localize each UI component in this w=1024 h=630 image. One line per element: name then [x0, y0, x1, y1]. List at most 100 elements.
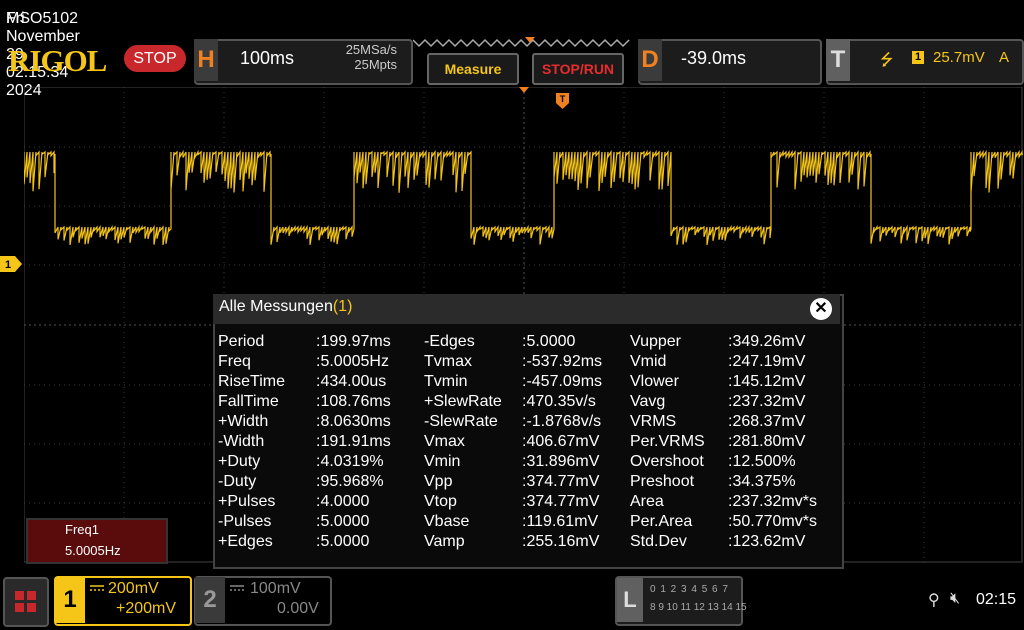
measurement-value: :-1.8768v/s: [522, 413, 602, 430]
measurement-value: :237.32mv*s: [728, 493, 817, 510]
measurement-value: :5.0000: [522, 333, 576, 350]
stop-run-button[interactable]: STOP/RUN: [532, 53, 624, 85]
measurement-value: :95.968%: [316, 473, 384, 490]
measurement-value: :237.32mV: [728, 393, 806, 410]
sample-rate: 25MSa/s 25Mpts: [315, 42, 397, 72]
measurement-value: :268.37mV: [728, 413, 806, 430]
clock: 02:15: [976, 591, 1017, 608]
measurement-name: -SlewRate: [424, 413, 498, 430]
measurement-name: -Width: [218, 433, 265, 450]
model-datetime: MSO5102 Fri November 29 02:15:34 2024: [3, 5, 80, 99]
measurement-value: :50.770mv*s: [728, 513, 817, 530]
measurement-value: :4.0000: [316, 493, 370, 510]
measurement-value: :199.97ms: [316, 333, 391, 350]
trigger-panel[interactable]: [826, 39, 1024, 85]
measurement-value: :406.67mV: [522, 433, 600, 450]
ch1-number: 1: [55, 577, 85, 623]
measurement-name: Vtop: [424, 493, 457, 510]
measurement-value: :434.00us: [316, 373, 387, 390]
horizontal-center-marker: [519, 87, 529, 93]
svg-text:T: T: [560, 94, 566, 104]
measurement-name: RiseTime: [218, 373, 285, 390]
measurement-name: Vmin: [424, 453, 461, 470]
measurement-value: :281.80mV: [728, 433, 806, 450]
measurement-name: +SlewRate: [424, 393, 502, 410]
measurement-count: (1): [332, 298, 353, 315]
freq-measurement-value: 5.0005Hz: [65, 543, 121, 558]
measurement-name: +Edges: [218, 533, 273, 550]
measurement-name: Freq: [218, 353, 251, 370]
measurement-value: :108.76ms: [316, 393, 391, 410]
dc-coupling-icon: [230, 585, 244, 591]
ch2-offset: 0.00V: [277, 600, 319, 617]
waveform-position-strip: [413, 37, 630, 48]
measurement-name: Vmid: [630, 353, 667, 370]
measurement-value: :123.62mV: [728, 533, 806, 550]
title-bar: MSO5102 Fri November 29 02:15:34 2024: [0, 0, 1024, 99]
trigger-source: 1: [912, 51, 924, 64]
measurement-name: Vbase: [424, 513, 470, 530]
measure-button[interactable]: Measure: [427, 53, 519, 85]
measurement-name: Vavg: [630, 393, 666, 410]
usb-icon: ⚲: [928, 592, 940, 609]
measurement-name: Tvmin: [424, 373, 468, 390]
measurement-name: VRMS: [630, 413, 677, 430]
logic-channels-low: 0 1 2 3 4 5 6 7: [650, 584, 729, 595]
delay-value: -39.0ms: [681, 48, 747, 68]
menu-button[interactable]: [3, 577, 49, 627]
ch2-number: 2: [195, 577, 225, 623]
measurement-name: Period: [218, 333, 265, 350]
memory-depth-value: 25Mpts: [354, 57, 397, 72]
trigger-position-marker: T: [556, 93, 569, 109]
measurement-name: Overshoot: [630, 453, 704, 470]
speaker-muted-icon[interactable]: 🔇︎: [950, 590, 960, 608]
measurement-name: Per.Area: [630, 513, 693, 530]
measurement-name: Vupper: [630, 333, 681, 350]
measurement-value: :374.77mV: [522, 473, 600, 490]
measurement-value: :31.896mV: [522, 453, 600, 470]
measurement-name: Per.VRMS: [630, 433, 705, 450]
ch1-offset-marker[interactable]: 1: [0, 256, 22, 272]
sample-rate-value: 25MSa/s: [345, 42, 397, 57]
trigger-mode: A: [999, 49, 1010, 66]
ch1-offset: +200mV: [116, 600, 177, 617]
delay-letter: D: [638, 39, 662, 81]
measurement-window-title: Alle Messungen(1): [219, 298, 352, 316]
measurement-name: +Width: [218, 413, 269, 430]
measurement-name: Vamp: [424, 533, 465, 550]
timebase-value: 100ms: [240, 48, 295, 68]
run-status-badge: STOP: [124, 45, 186, 72]
measurement-name: -Pulses: [218, 513, 272, 530]
measurement-value: :119.61mV: [522, 513, 599, 530]
close-icon[interactable]: ✕: [810, 298, 832, 320]
ch2-scale: 100mV: [250, 580, 301, 597]
measurement-value: :191.91ms: [316, 433, 391, 450]
measurement-title-text: Alle Messungen: [219, 298, 333, 315]
measurement-value: :5.0000: [316, 533, 370, 550]
horizontal-letter: H: [194, 39, 218, 81]
trigger-level: 25.7mV: [933, 49, 985, 66]
measurement-name: +Duty: [218, 453, 261, 470]
measurement-name: Tvmax: [424, 353, 472, 370]
measurement-value: :470.35v/s: [522, 393, 596, 410]
logic-channels-high: 8 9 10 11 12 13 14 15: [650, 602, 747, 613]
grid-menu-icon: [15, 591, 36, 612]
dc-coupling-icon: [90, 585, 104, 591]
measurement-value: :-457.09ms: [522, 373, 603, 390]
measurement-name: Vlower: [630, 373, 679, 390]
freq-measurement-name: Freq1: [65, 522, 99, 537]
measurement-value: :4.0319%: [316, 453, 384, 470]
measurement-name: Std.Dev: [630, 533, 687, 550]
measurement-value: :5.0000: [316, 513, 370, 530]
measurement-value: :247.19mV: [728, 353, 806, 370]
trigger-letter: T: [826, 39, 850, 81]
measurement-value: :-537.92ms: [522, 353, 603, 370]
measurement-value: :349.26mV: [728, 333, 806, 350]
ch1-marker-label: 1: [5, 259, 11, 271]
measurement-name: Vpp: [424, 473, 453, 490]
measurement-name: Vmax: [424, 433, 465, 450]
logic-letter: L: [617, 578, 643, 622]
measurement-name: -Duty: [218, 473, 257, 490]
measurement-value: :374.77mV: [522, 493, 600, 510]
measurement-name: Preshoot: [630, 473, 695, 490]
